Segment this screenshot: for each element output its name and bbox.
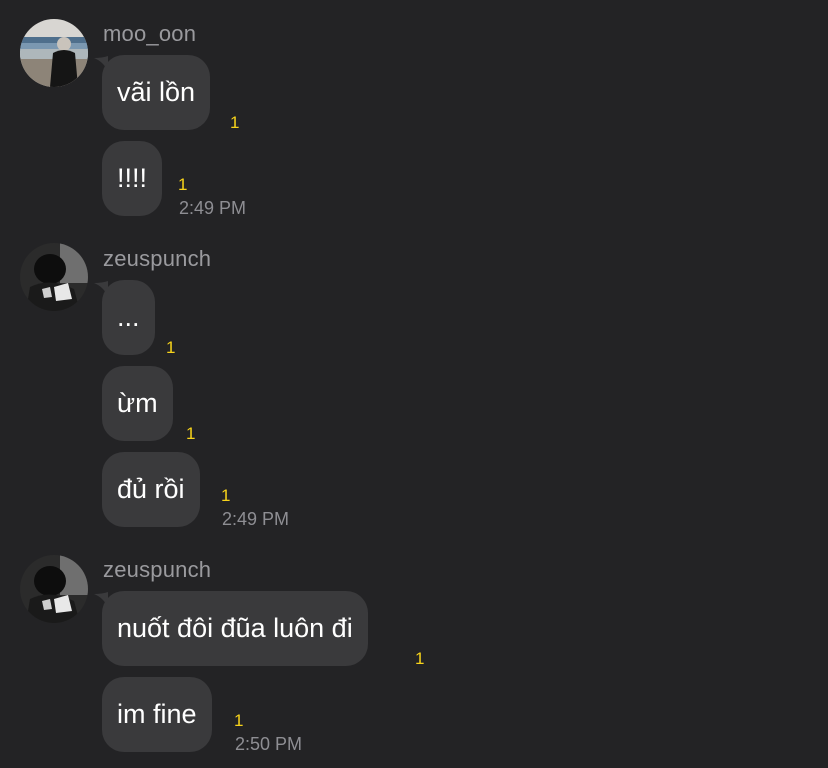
unread-count: 1 bbox=[234, 711, 244, 730]
avatar[interactable] bbox=[20, 243, 88, 311]
sender-name: zeuspunch bbox=[103, 557, 212, 582]
message-bubble[interactable]: nuốt đôi đũa luôn đi bbox=[102, 591, 368, 666]
unread-count: 1 bbox=[230, 113, 240, 132]
message-bubble[interactable]: !!!! bbox=[102, 141, 163, 216]
sender-name: zeuspunch bbox=[103, 246, 212, 271]
unread-count: 1 bbox=[415, 649, 425, 668]
message-timestamp: 2:50 PM bbox=[235, 734, 303, 754]
message-timestamp: 2:49 PM bbox=[179, 198, 247, 218]
avatar[interactable] bbox=[20, 555, 88, 623]
message-bubble[interactable]: im fine bbox=[102, 677, 212, 752]
avatar[interactable] bbox=[20, 19, 88, 87]
message-bubble[interactable]: đủ rồi bbox=[102, 452, 200, 527]
message-bubble[interactable]: ... bbox=[102, 280, 155, 355]
message-timestamp: 2:49 PM bbox=[222, 509, 290, 529]
sender-name: moo_oon bbox=[103, 21, 197, 46]
unread-count: 1 bbox=[186, 424, 196, 443]
unread-count: 1 bbox=[221, 486, 231, 505]
message-bubble[interactable]: ừm bbox=[102, 366, 173, 441]
unread-count: 1 bbox=[166, 338, 176, 357]
unread-count: 1 bbox=[178, 175, 188, 194]
message-bubble[interactable]: vãi lồn bbox=[102, 55, 211, 130]
